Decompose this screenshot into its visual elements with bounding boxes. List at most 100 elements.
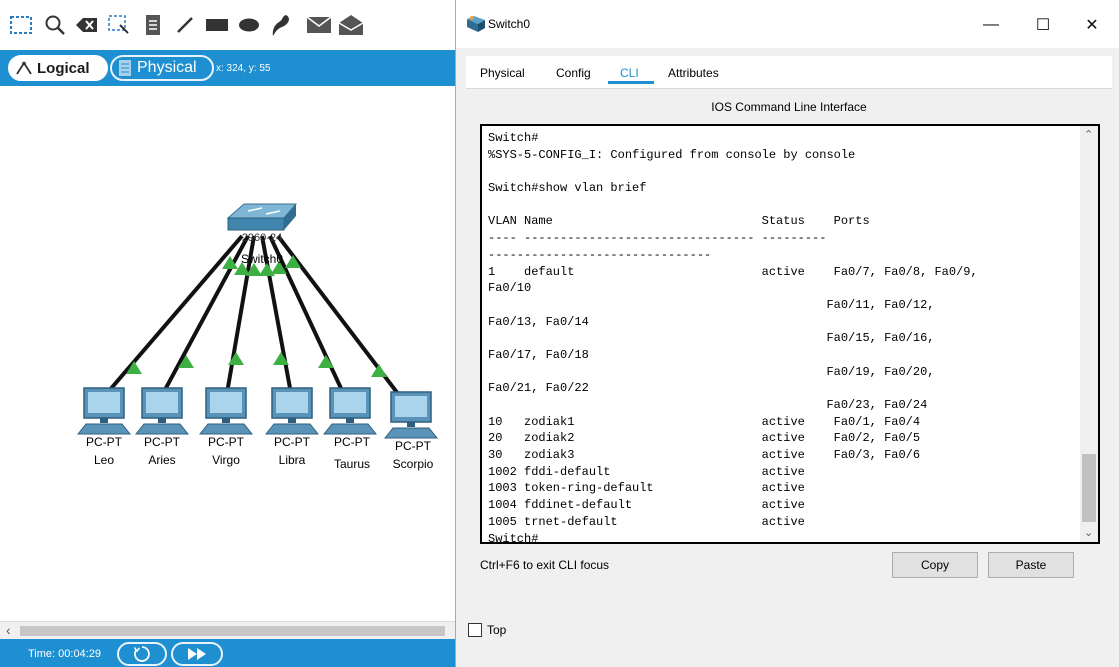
complex-pdu-icon[interactable] — [336, 10, 366, 40]
freeform-icon[interactable] — [266, 10, 296, 40]
pc-aries[interactable] — [134, 386, 190, 436]
close-button[interactable]: ✕ — [1070, 10, 1114, 40]
tab-attributes[interactable]: Attributes — [668, 66, 719, 80]
terminal-line: Fa0/15, Fa0/16, — [488, 331, 935, 346]
scroll-up-icon[interactable]: ⌃ — [1084, 128, 1093, 141]
resize-icon[interactable] — [104, 10, 134, 40]
device-window: Switch0 — ☐ ✕ Physical Config CLI Attrib… — [455, 0, 1119, 667]
simulation-time: Time: 00:04:29 — [28, 648, 101, 660]
terminal-line: 1004 fddinet-default active — [488, 498, 805, 513]
logical-view-button[interactable]: Logical — [8, 55, 108, 81]
terminal-line: Fa0/13, Fa0/14 — [488, 314, 589, 329]
terminal-line: Switch# — [488, 131, 539, 145]
copy-button[interactable]: Copy — [892, 552, 978, 578]
tab-cli[interactable]: CLI — [620, 66, 639, 80]
pc-taurus-type: PC-PT — [334, 435, 370, 449]
line-icon[interactable] — [170, 10, 200, 40]
cursor-coordinates: x: 324, y: 55 — [216, 63, 271, 74]
switch-model-label: 2960-24 — [241, 232, 283, 244]
switch-app-icon — [467, 16, 485, 32]
terminal-line: %SYS-5-CONFIG_I: Configured from console… — [488, 147, 856, 162]
maximize-button[interactable]: ☐ — [1021, 10, 1065, 40]
minimize-icon: — — [983, 16, 999, 33]
device-config-panel: Physical Config CLI Attributes IOS Comma… — [466, 56, 1112, 606]
simulation-status-bar: Time: 00:04:29 — [0, 639, 455, 667]
pc-scorpio[interactable] — [383, 390, 439, 440]
pc-libra-name: Libra — [278, 453, 306, 467]
close-icon: ✕ — [1085, 17, 1099, 34]
terminal-scroll-thumb[interactable] — [1082, 454, 1096, 522]
switch-device[interactable] — [226, 203, 298, 231]
terminal-output[interactable]: Switch# %SYS-5-CONFIG_I: Configured from … — [488, 130, 1068, 544]
terminal-line: Switch#show vlan brief — [488, 181, 647, 196]
zoom-icon[interactable] — [40, 10, 70, 40]
pc-icon — [264, 387, 320, 435]
pc-aries-name: Aries — [148, 453, 176, 467]
rectangle-icon[interactable] — [202, 10, 232, 40]
window-bottom-edge — [456, 655, 1119, 667]
terminal-line: Fa0/11, Fa0/12, — [488, 297, 935, 312]
pc-leo-type: PC-PT — [86, 435, 122, 449]
tab-physical[interactable]: Physical — [480, 66, 525, 80]
scrollbar-thumb[interactable] — [20, 626, 445, 636]
pc-virgo-type: PC-PT — [208, 435, 244, 449]
top-checkbox[interactable] — [468, 623, 482, 637]
pc-scorpio-name: Scorpio — [392, 457, 434, 471]
pc-icon — [76, 387, 132, 435]
cli-heading: IOS Command Line Interface — [711, 100, 867, 114]
pc-icon — [383, 391, 439, 439]
tab-config[interactable]: Config — [556, 66, 591, 80]
power-cycle-icon — [133, 646, 150, 662]
scroll-down-icon[interactable]: ⌄ — [1084, 526, 1093, 539]
active-tab-indicator — [608, 81, 654, 84]
pc-libra-type: PC-PT — [274, 435, 310, 449]
power-cycle-button[interactable] — [117, 642, 167, 666]
pc-icon — [198, 387, 254, 435]
terminal-line: 10 zodiak1 active Fa0/1, Fa0/4 — [488, 414, 921, 429]
pc-link-lights — [126, 352, 387, 377]
terminal-line: ------------------------------- — [488, 247, 712, 262]
scroll-left-icon[interactable]: ‹ — [6, 622, 11, 638]
note-icon[interactable] — [138, 10, 168, 40]
view-bar: Logical Physical x: 324, y: 55 — [0, 50, 455, 86]
pc-leo[interactable] — [76, 386, 132, 436]
pc-libra[interactable] — [264, 386, 320, 436]
terminal-line: Switch# — [488, 531, 539, 544]
paste-button[interactable]: Paste — [988, 552, 1074, 578]
delete-icon[interactable] — [72, 10, 102, 40]
pc-virgo[interactable] — [198, 386, 254, 436]
terminal-line: ---- -------------------------------- --… — [488, 231, 827, 246]
terminal-line: Fa0/10 — [488, 281, 532, 296]
maximize-icon: ☐ — [1035, 17, 1051, 34]
terminal-line: 30 zodiak3 active Fa0/3, Fa0/6 — [488, 448, 921, 463]
terminal-line: 1005 trnet-default active — [488, 514, 805, 529]
ellipse-icon[interactable] — [234, 10, 264, 40]
terminal-scrollbar[interactable]: ⌃ ⌄ — [1080, 126, 1098, 542]
device-tabs: Physical Config CLI Attributes — [466, 56, 1112, 88]
app-root: Logical Physical x: 324, y: 55 2960-24 S… — [0, 0, 1119, 667]
window-titlebar[interactable]: Switch0 — ☐ ✕ — [456, 0, 1119, 48]
physical-view-button[interactable]: Physical — [110, 55, 214, 81]
logical-view-label: Logical — [37, 59, 90, 77]
pc-icon — [134, 387, 190, 435]
pc-aries-type: PC-PT — [144, 435, 180, 449]
workspace-horizontal-scrollbar[interactable]: ‹ — [0, 621, 455, 639]
switch-name-label: Switch0 — [240, 252, 284, 266]
pdu-icon[interactable] — [304, 10, 334, 40]
minimize-button[interactable]: — — [969, 10, 1013, 40]
select-icon[interactable] — [6, 10, 36, 40]
terminal-line: Fa0/19, Fa0/20, — [488, 364, 935, 379]
terminal-line: Fa0/21, Fa0/22 — [488, 381, 589, 396]
cli-terminal[interactable]: Switch# %SYS-5-CONFIG_I: Configured from … — [480, 124, 1100, 544]
terminal-line: Fa0/17, Fa0/18 — [488, 347, 589, 362]
terminal-line: 1003 token-ring-default active — [488, 481, 805, 496]
terminal-line: VLAN Name Status Ports — [488, 214, 870, 229]
logical-icon — [16, 61, 32, 75]
fast-forward-button[interactable] — [171, 642, 223, 666]
logical-workspace[interactable]: 2960-24 Switch0 PC-PT Leo PC-PT Aries PC… — [0, 86, 455, 621]
physical-view-label: Physical — [137, 59, 197, 76]
window-title: Switch0 — [488, 17, 531, 31]
pc-taurus[interactable] — [322, 386, 378, 436]
